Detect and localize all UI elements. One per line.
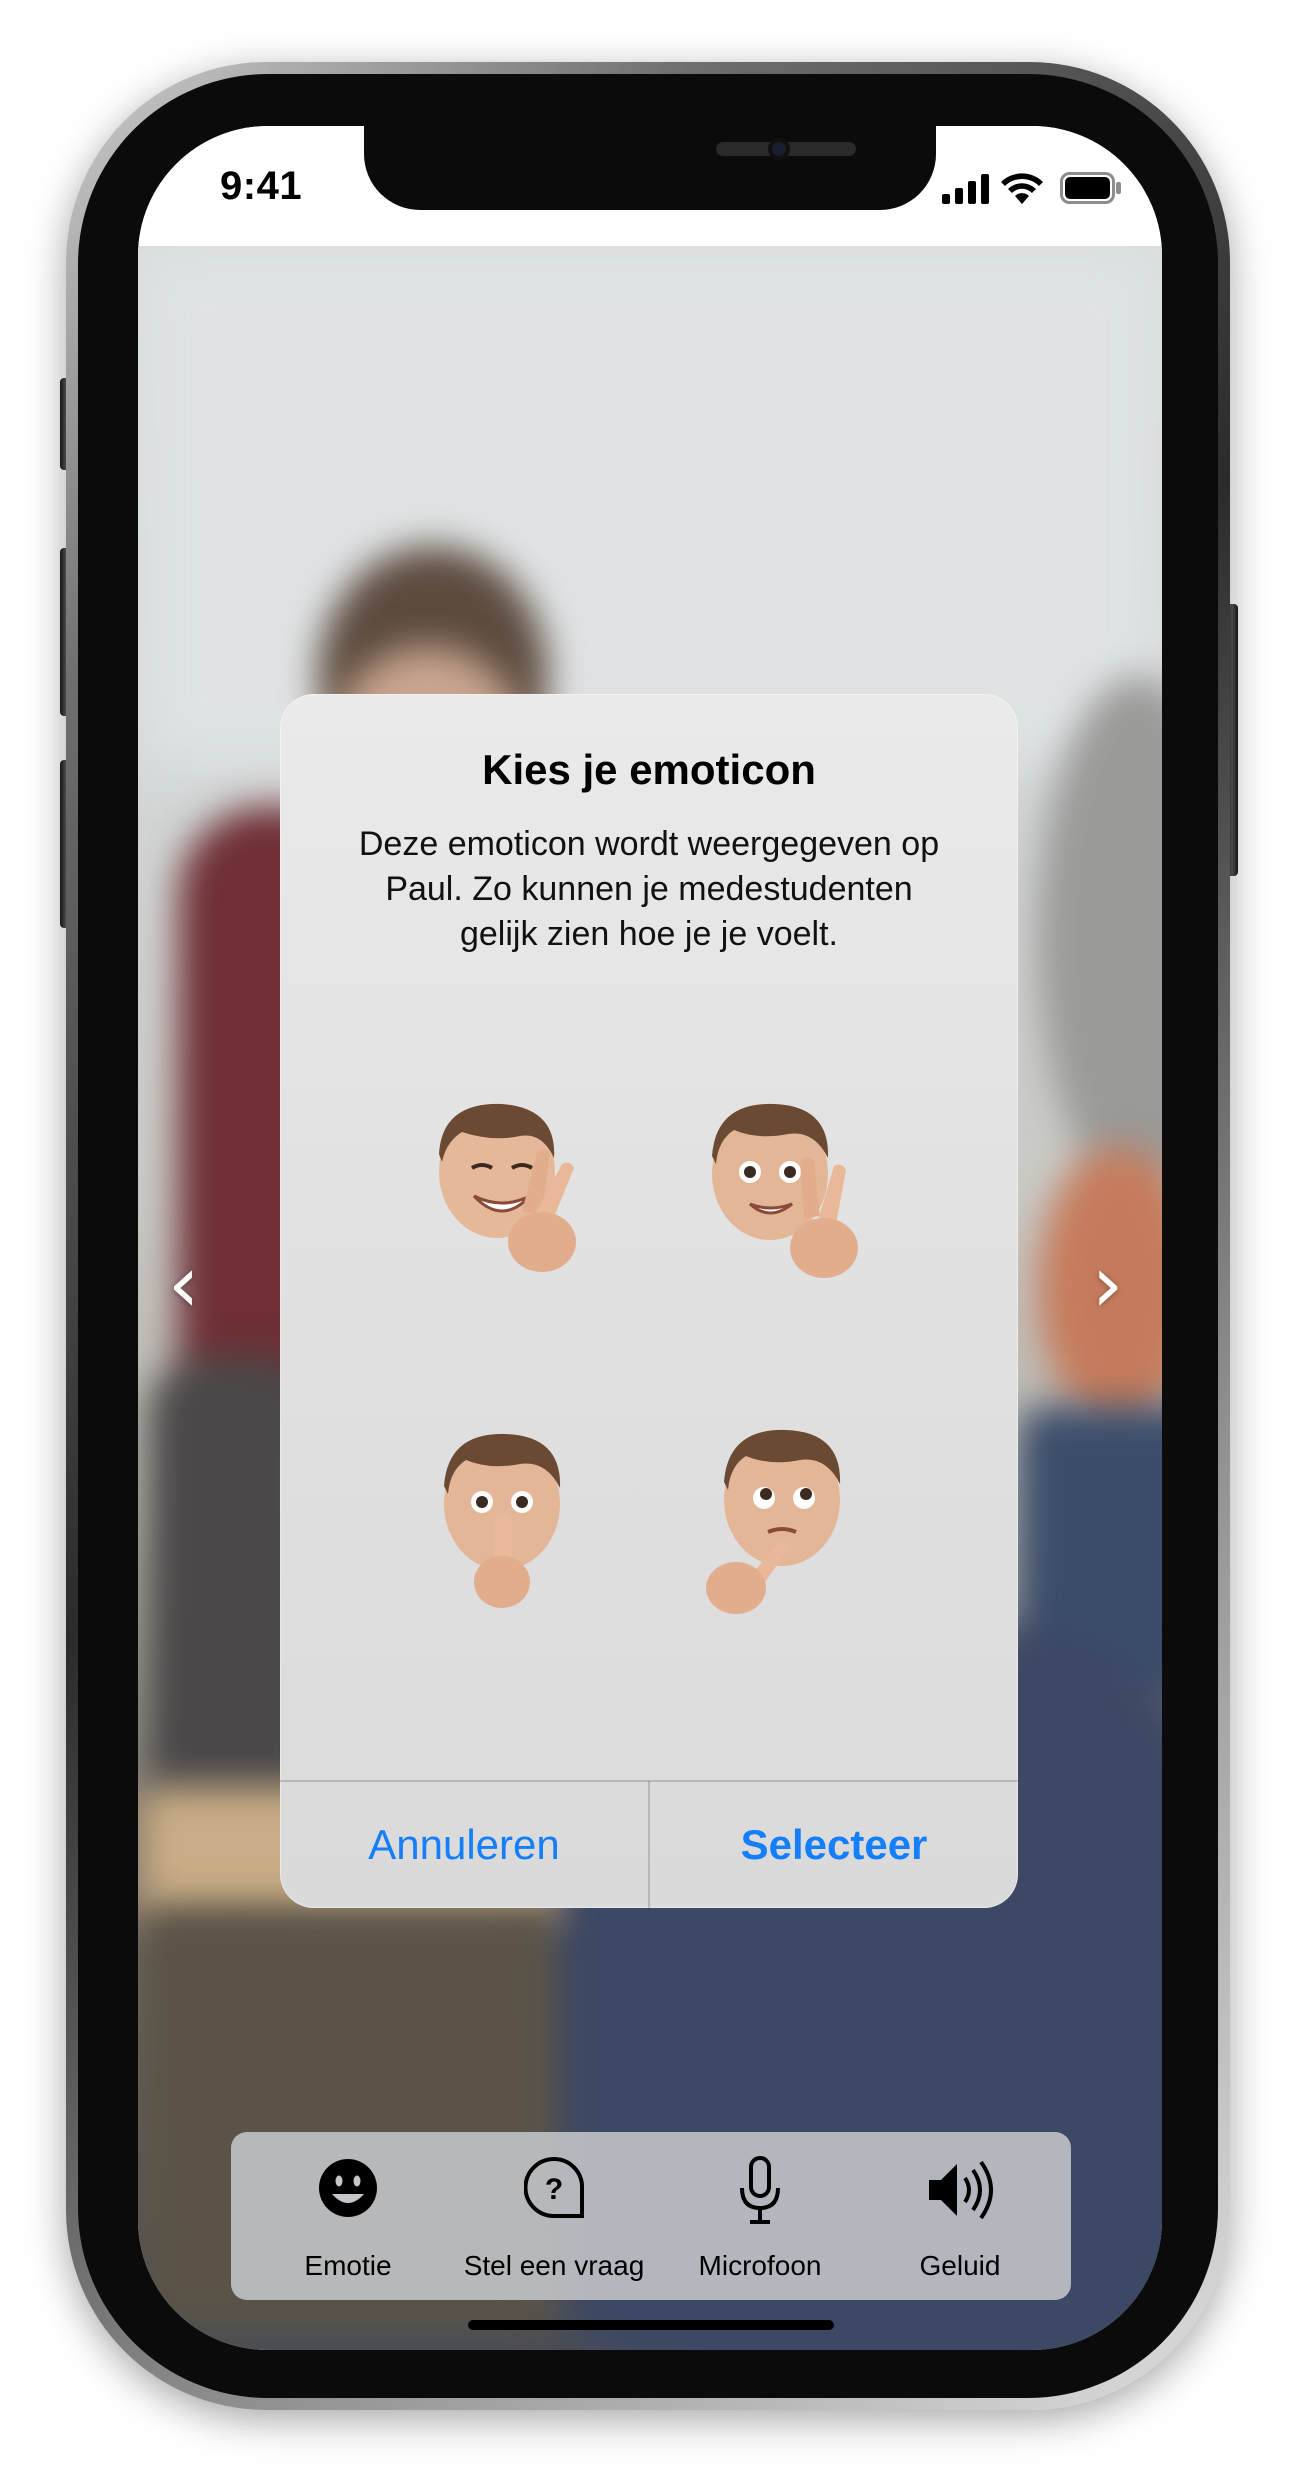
- battery-icon: [1060, 172, 1121, 204]
- home-indicator[interactable]: [468, 2320, 834, 2330]
- wifi-icon: [1001, 173, 1043, 204]
- select-button[interactable]: Selecteer: [650, 1782, 1018, 1908]
- toolbar-label: Geluid: [919, 2250, 1001, 2281]
- front-camera: [768, 138, 790, 160]
- toolbar-label: Emotie: [304, 2250, 392, 2281]
- microphone-icon: [740, 2156, 780, 2224]
- alert-message-line: Deze emoticon wordt weergegeven op: [358, 825, 940, 863]
- toolbar-label: Stel een vraag: [463, 2250, 645, 2281]
- toolbar-item-geluid[interactable]: Geluid: [855, 2154, 1065, 2284]
- device-notch: [364, 126, 936, 210]
- alert-message: Deze emoticon wordt weergegeven op Paul.…: [320, 822, 978, 957]
- toolbar-item-microfoon[interactable]: Microfoon: [655, 2154, 865, 2284]
- phone-screen: 9:41 ‹ › Kies je emoticon Deze emoticon …: [138, 126, 1162, 2350]
- toolbar-item-stel-een-vraag[interactable]: ? Stel een vraag: [449, 2154, 659, 2284]
- chevron-left-icon[interactable]: ‹: [168, 1246, 199, 1324]
- alert-message-line: gelijk zien hoe je je voelt.: [459, 915, 838, 953]
- fingers-crossed-memoji-icon[interactable]: [402, 1092, 602, 1292]
- alert-message-line: Paul. Zo kunnen je medestudenten: [385, 870, 913, 908]
- speaker-icon: [929, 2160, 993, 2220]
- alert-title: Kies je emoticon: [482, 746, 816, 793]
- svg-text:?: ?: [545, 2173, 563, 2206]
- status-time: 9:41: [220, 164, 303, 208]
- thinking-memoji-icon[interactable]: [678, 1420, 878, 1620]
- bottom-toolbar: Emotie ? Stel een vraag Microfoon Geluid: [231, 2132, 1071, 2300]
- emoticon-picker-alert: Kies je emoticon Deze emoticon wordt wee…: [280, 694, 1018, 1908]
- toolbar-label: Microfoon: [698, 2250, 822, 2281]
- chevron-right-icon[interactable]: ›: [1092, 1246, 1123, 1324]
- cancel-button[interactable]: Annuleren: [280, 1782, 648, 1908]
- peace-sign-memoji-icon[interactable]: [678, 1092, 878, 1292]
- smiley-icon: [319, 2159, 377, 2217]
- shush-memoji-icon[interactable]: [402, 1420, 602, 1620]
- question-bubble-icon: ?: [524, 2156, 584, 2218]
- toolbar-item-emotie[interactable]: Emotie: [243, 2154, 453, 2284]
- cellular-signal-icon: [942, 174, 989, 204]
